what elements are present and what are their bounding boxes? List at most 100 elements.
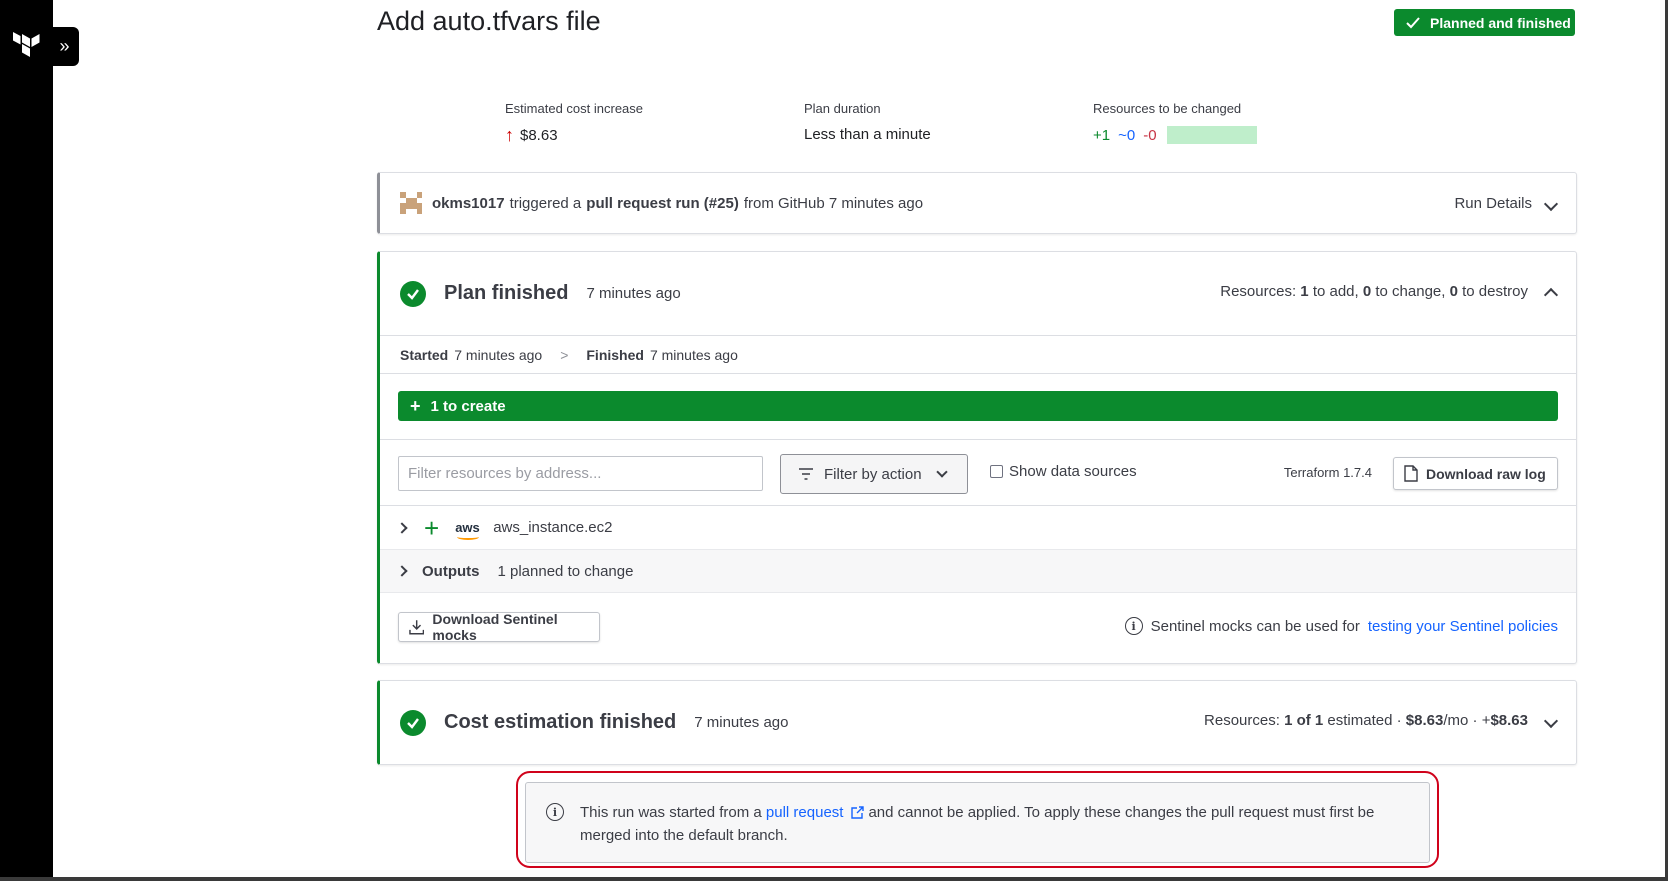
sentinel-info-text: Sentinel mocks can be used for <box>1150 617 1360 635</box>
cost-res-prefix: Resources: <box>1204 712 1280 729</box>
file-icon <box>1404 465 1418 482</box>
run-details-toggle[interactable]: Run Details <box>1454 195 1559 212</box>
filter-resources-input[interactable] <box>398 456 763 491</box>
download-icon <box>409 620 425 635</box>
cost-monthly-suffix: /mo · <box>1443 712 1478 729</box>
aws-icon: aws <box>455 521 485 540</box>
arrow-up-icon: ↑ <box>505 125 514 145</box>
trigger-text: triggered a <box>509 194 582 212</box>
window-edge-bottom <box>0 877 1668 881</box>
metric-duration-value: Less than a minute <box>804 126 931 143</box>
metric-resources: Resources to be changed +1 ~0 -0 <box>1093 101 1257 144</box>
cost-res-estimated-text: estimated · <box>1327 712 1402 729</box>
resource-name: aws_instance.ec2 <box>493 519 613 536</box>
check-circle-icon <box>400 709 426 736</box>
cost-monthly: $8.63 <box>1405 712 1444 729</box>
info-icon: i <box>546 803 564 821</box>
filter-by-action-label: Filter by action <box>824 465 922 483</box>
sentinel-policies-link[interactable]: testing your Sentinel policies <box>1368 618 1558 635</box>
main-content: Add auto.tfvars file Planned and finishe… <box>53 0 1665 877</box>
status-label: Planned and finished <box>1430 14 1571 31</box>
started-time: 7 minutes ago <box>454 346 543 363</box>
plan-res-prefix: Resources: <box>1220 283 1297 300</box>
cost-delta: $8.63 <box>1490 712 1528 729</box>
plan-res-change-text: to change, <box>1375 283 1446 300</box>
create-label: 1 to create <box>430 397 506 415</box>
cost-estimation-card[interactable]: Cost estimation finished 7 minutes ago R… <box>377 680 1577 765</box>
plan-card: Plan finished 7 minutes ago Resources: 1… <box>377 251 1577 664</box>
resources-change-bar <box>1166 126 1257 144</box>
started-label: Started <box>400 346 449 363</box>
finished-time: 7 minutes ago <box>649 346 738 363</box>
download-sentinel-mocks-label: Download Sentinel mocks <box>432 611 558 643</box>
chevron-right-icon: > <box>560 346 569 363</box>
trigger-source-text: from GitHub 7 minutes ago <box>743 194 924 212</box>
plan-res-add: 1 <box>1300 283 1309 300</box>
plan-time: 7 minutes ago <box>586 285 681 302</box>
download-raw-log-button[interactable]: Download raw log <box>1393 457 1558 490</box>
plus-icon: + <box>424 512 440 543</box>
plan-timeline: Started 7 minutes ago > Finished 7 minut… <box>380 336 1576 374</box>
chevron-right-icon[interactable] <box>396 565 408 577</box>
plan-resources-summary: Resources: 1 to add, 0 to change, 0 to d… <box>1220 283 1559 302</box>
notice-text-1: This run was started from a <box>580 804 762 821</box>
sentinel-row: Download Sentinel mocks i Sentinel mocks… <box>380 593 1576 661</box>
filter-icon <box>799 468 813 480</box>
check-icon <box>1406 16 1420 28</box>
show-data-sources-checkbox[interactable] <box>990 465 1003 478</box>
run-details-label: Run Details <box>1454 195 1532 212</box>
plan-header[interactable]: Plan finished 7 minutes ago Resources: 1… <box>380 252 1576 336</box>
metric-cost-label: Estimated cost increase <box>505 101 644 116</box>
create-bar: + 1 to create <box>398 391 1558 421</box>
pull-request-link[interactable]: pull request <box>766 804 844 821</box>
resources-add-count: +1 <box>1093 126 1111 144</box>
outputs-label: Outputs <box>422 562 480 580</box>
finished-label: Finished <box>586 346 644 363</box>
status-badge: Planned and finished <box>1394 9 1575 36</box>
metric-duration: Plan duration Less than a minute <box>804 101 931 143</box>
terraform-version: Terraform 1.7.4 <box>1283 465 1372 480</box>
metric-resources-label: Resources to be changed <box>1093 101 1242 116</box>
check-circle-icon <box>400 280 426 307</box>
chevron-up-icon[interactable] <box>1543 287 1559 302</box>
download-sentinel-mocks-button[interactable]: Download Sentinel mocks <box>398 611 600 643</box>
page-title: Add auto.tfvars file <box>377 6 601 36</box>
resources-destroy-count: -0 <box>1143 126 1157 144</box>
create-summary: + 1 to create <box>380 374 1576 440</box>
app-window: » Add auto.tfvars file Planned and finis… <box>0 0 1668 881</box>
outputs-count: 1 planned to change <box>497 562 634 580</box>
resources-change-count: ~0 <box>1118 126 1136 144</box>
metric-duration-label: Plan duration <box>804 101 881 116</box>
cost-resources-summary: Resources: 1 of 1 estimated · $8.63/mo ·… <box>1204 712 1559 729</box>
trigger-user[interactable]: okms1017 <box>432 195 505 212</box>
terraform-logo-icon[interactable] <box>13 32 41 62</box>
external-link-icon[interactable] <box>851 806 865 819</box>
filter-by-action-dropdown[interactable]: Filter by action <box>780 454 968 494</box>
plan-res-add-text: to add, <box>1312 283 1359 300</box>
cost-res-estimated: 1 of 1 <box>1284 712 1324 729</box>
plan-res-change: 0 <box>1362 283 1372 300</box>
plan-res-destroy: 0 <box>1449 283 1458 300</box>
sentinel-info: i Sentinel mocks can be used for testing… <box>1124 617 1558 635</box>
chevron-down-icon[interactable] <box>1543 713 1559 728</box>
trigger-run-link[interactable]: pull request run (#25) <box>586 195 739 212</box>
chevron-right-icon[interactable] <box>396 521 408 534</box>
side-rail <box>0 0 53 881</box>
info-icon: i <box>1124 617 1143 635</box>
show-data-sources-toggle[interactable]: Show data sources <box>990 463 1137 480</box>
chevron-down-icon <box>935 466 948 478</box>
cost-time: 7 minutes ago <box>694 714 789 731</box>
outputs-row[interactable]: Outputs 1 planned to change <box>380 550 1576 593</box>
plan-title: Plan finished <box>444 282 569 304</box>
chevron-down-icon <box>1543 196 1559 211</box>
metric-cost-value: $8.63 <box>520 126 558 144</box>
plan-res-destroy-text: to destroy <box>1462 283 1528 300</box>
metric-cost: Estimated cost increase ↑ $8.63 <box>505 101 643 144</box>
pull-request-notice: i This run was started from a pull reque… <box>525 782 1430 863</box>
filter-toolbar: Filter by action Show data sources Terra… <box>380 440 1576 506</box>
plus-icon: + <box>410 395 421 416</box>
run-trigger-card: okms1017 triggered a pull request run (#… <box>377 172 1577 234</box>
resource-row[interactable]: + aws aws_instance.ec2 <box>380 506 1576 550</box>
show-data-sources-label: Show data sources <box>1009 463 1137 480</box>
download-raw-log-label: Download raw log <box>1426 465 1546 482</box>
